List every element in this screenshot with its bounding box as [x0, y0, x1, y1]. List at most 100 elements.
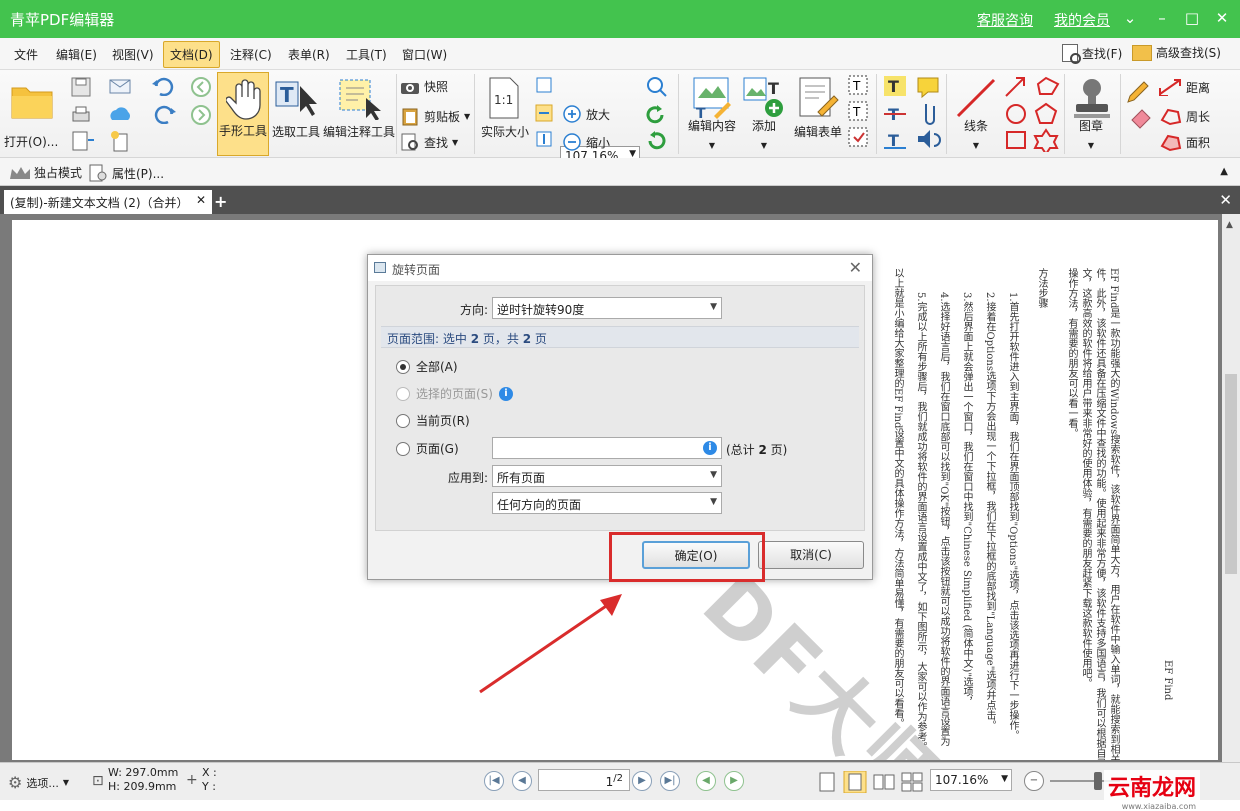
collapse-ribbon-icon[interactable]: ▲ — [1220, 166, 1228, 177]
forward-view-button[interactable]: ▶ — [724, 771, 744, 791]
text-markup-icon[interactable]: T T T — [882, 74, 908, 152]
snapshot-button[interactable]: 快照 — [400, 78, 448, 95]
create-doc-icon[interactable] — [70, 130, 96, 152]
find-button[interactable]: 查找(F) — [1062, 44, 1122, 64]
perimeter-button[interactable]: 周长 — [1158, 106, 1210, 126]
zoom-in-icon — [563, 105, 581, 123]
cancel-button[interactable]: 取消(C) — [758, 541, 864, 569]
radio-selected-label: 选择的页面(S) — [416, 387, 493, 401]
dialog-close-icon[interactable]: ✕ — [849, 258, 862, 277]
page-number-input[interactable]: 1/2 — [538, 769, 630, 791]
zoom-search-icon[interactable] — [646, 76, 672, 98]
stamp-icon — [1074, 79, 1110, 118]
forward-nav-icon[interactable] — [190, 104, 212, 126]
svg-text:T: T — [852, 79, 861, 93]
redo-icon[interactable] — [150, 104, 180, 124]
rotate-cw-icon[interactable] — [644, 130, 668, 152]
back-nav-icon[interactable] — [190, 76, 212, 98]
maximize-icon[interactable]: □ — [1182, 8, 1202, 28]
prev-page-button[interactable]: ◀ — [512, 771, 532, 791]
zoom-out-status-button[interactable]: − — [1024, 771, 1044, 791]
status-zoom-select[interactable]: 107.16% ▼ — [930, 769, 1012, 791]
direction-select[interactable]: 逆时针旋转90度 ▼ — [492, 297, 722, 319]
options-button[interactable]: ⚙ 选项... ▼ — [8, 773, 69, 792]
add-button[interactable]: T 添加 ▼ — [740, 72, 788, 156]
close-tab-icon[interactable]: ✕ — [196, 193, 206, 207]
radio-all-indicator[interactable] — [396, 359, 410, 374]
distance-button[interactable]: 距离 — [1158, 78, 1210, 96]
radio-pages-indicator[interactable] — [396, 441, 410, 456]
zoom-slider-handle[interactable] — [1094, 772, 1102, 790]
radio-selected-indicator[interactable] — [396, 386, 410, 401]
next-page-button[interactable]: ▶ — [632, 771, 652, 791]
find-ribbon-button[interactable]: 查找 ▼ — [400, 132, 458, 152]
zoom-in-button[interactable]: 放大 — [562, 104, 610, 124]
radio-pages[interactable]: 页面(G) — [396, 440, 459, 457]
cloud-icon[interactable] — [108, 104, 138, 124]
actual-size-button[interactable]: 1:1 实际大小 — [478, 72, 532, 156]
apply-pages-select[interactable]: 所有页面 ▼ — [492, 465, 722, 487]
area-button[interactable]: 面积 — [1158, 132, 1210, 152]
fit-visible-icon[interactable] — [535, 130, 553, 148]
radio-current-page[interactable]: 当前页(R) — [396, 412, 470, 429]
select-tool-button[interactable]: T 选取工具 — [270, 72, 322, 156]
rotate-ccw-icon[interactable] — [644, 104, 668, 126]
menu-window[interactable]: 窗口(W) — [402, 46, 447, 63]
close-all-icon[interactable]: ✕ — [1219, 191, 1232, 209]
menu-annotation[interactable]: 注释(C) — [230, 46, 272, 63]
customer-service-link[interactable]: 客服咨询 — [977, 10, 1033, 30]
close-window-icon[interactable]: ✕ — [1212, 8, 1232, 28]
scroll-up-icon[interactable]: ▲ — [1226, 220, 1233, 230]
clipboard-button[interactable]: 剪贴板 ▼ — [400, 106, 470, 126]
radio-current-indicator[interactable] — [396, 413, 410, 428]
advanced-find-button[interactable]: 高级查找(S) — [1132, 44, 1221, 61]
vertical-scrollbar[interactable]: ▲ — [1222, 214, 1240, 762]
menu-tools[interactable]: 工具(T) — [346, 46, 387, 63]
undo-icon[interactable] — [150, 76, 180, 96]
menu-document[interactable]: 文档(D) — [163, 41, 220, 68]
pencil-eraser-icon[interactable] — [1126, 76, 1154, 152]
my-membership-link[interactable]: 我的会员 — [1054, 10, 1110, 30]
note-attach-sound-icon[interactable] — [914, 74, 942, 152]
print-icon[interactable] — [70, 104, 92, 126]
document-tab[interactable]: (复制)-新建文本文档 (2)（合并） ✕ — [4, 190, 212, 214]
open-button[interactable]: 打开(O)... — [4, 74, 58, 150]
first-page-button[interactable]: |◀ — [484, 771, 504, 791]
zoom-in-label: 放大 — [586, 107, 611, 122]
edit-form-label: 编辑表单 — [793, 125, 842, 139]
chevron-down-icon[interactable]: ⌄ — [1120, 8, 1140, 28]
page-layout-icons[interactable] — [818, 771, 930, 793]
chevron-down-icon: ▼ — [710, 497, 717, 507]
scroll-thumb[interactable] — [1225, 374, 1237, 574]
fit-width-icon[interactable] — [535, 104, 553, 122]
last-page-button[interactable]: ▶| — [660, 771, 680, 791]
edit-form-button[interactable]: 编辑表单 — [790, 72, 846, 156]
form-fields-icon[interactable]: T T — [846, 74, 872, 152]
radio-all[interactable]: 全部(A) — [396, 358, 458, 375]
back-view-button[interactable]: ◀ — [696, 771, 716, 791]
fit-page-icon[interactable] — [535, 76, 553, 94]
add-label: 添加 — [751, 119, 776, 133]
separator — [876, 74, 877, 154]
menu-form[interactable]: 表单(R) — [288, 46, 330, 63]
new-doc-star-icon[interactable] — [108, 130, 138, 152]
menu-view[interactable]: 视图(V) — [112, 46, 154, 63]
edit-annot-tool-button[interactable]: 编辑注释工具 — [322, 72, 396, 156]
exclusive-mode-button[interactable]: 独占模式 — [8, 164, 82, 181]
new-tab-icon[interactable]: + — [214, 192, 227, 211]
menu-file[interactable]: 文件 — [14, 46, 38, 63]
stamp-button[interactable]: 图章 ▼ — [1066, 72, 1116, 156]
save-icon[interactable] — [70, 76, 92, 98]
menu-edit[interactable]: 编辑(E) — [56, 46, 97, 63]
properties-button[interactable]: 属性(P)... — [88, 164, 164, 182]
pages-input[interactable]: i — [492, 437, 722, 459]
zoom-out-button[interactable]: 缩小 — [562, 132, 610, 152]
radio-selected-pages[interactable]: 选择的页面(S) i — [396, 385, 513, 402]
edit-content-button[interactable]: T 编辑内容 ▼ — [682, 72, 742, 156]
email-icon[interactable] — [108, 76, 138, 96]
apply-orientation-select[interactable]: 任何方向的页面 ▼ — [492, 492, 722, 514]
hand-tool-button[interactable]: 手形工具 — [217, 72, 269, 156]
lines-button[interactable]: 线条 ▼ — [950, 72, 1002, 156]
minimize-icon[interactable]: – — [1152, 8, 1172, 28]
shapes-icon[interactable] — [1002, 74, 1062, 152]
